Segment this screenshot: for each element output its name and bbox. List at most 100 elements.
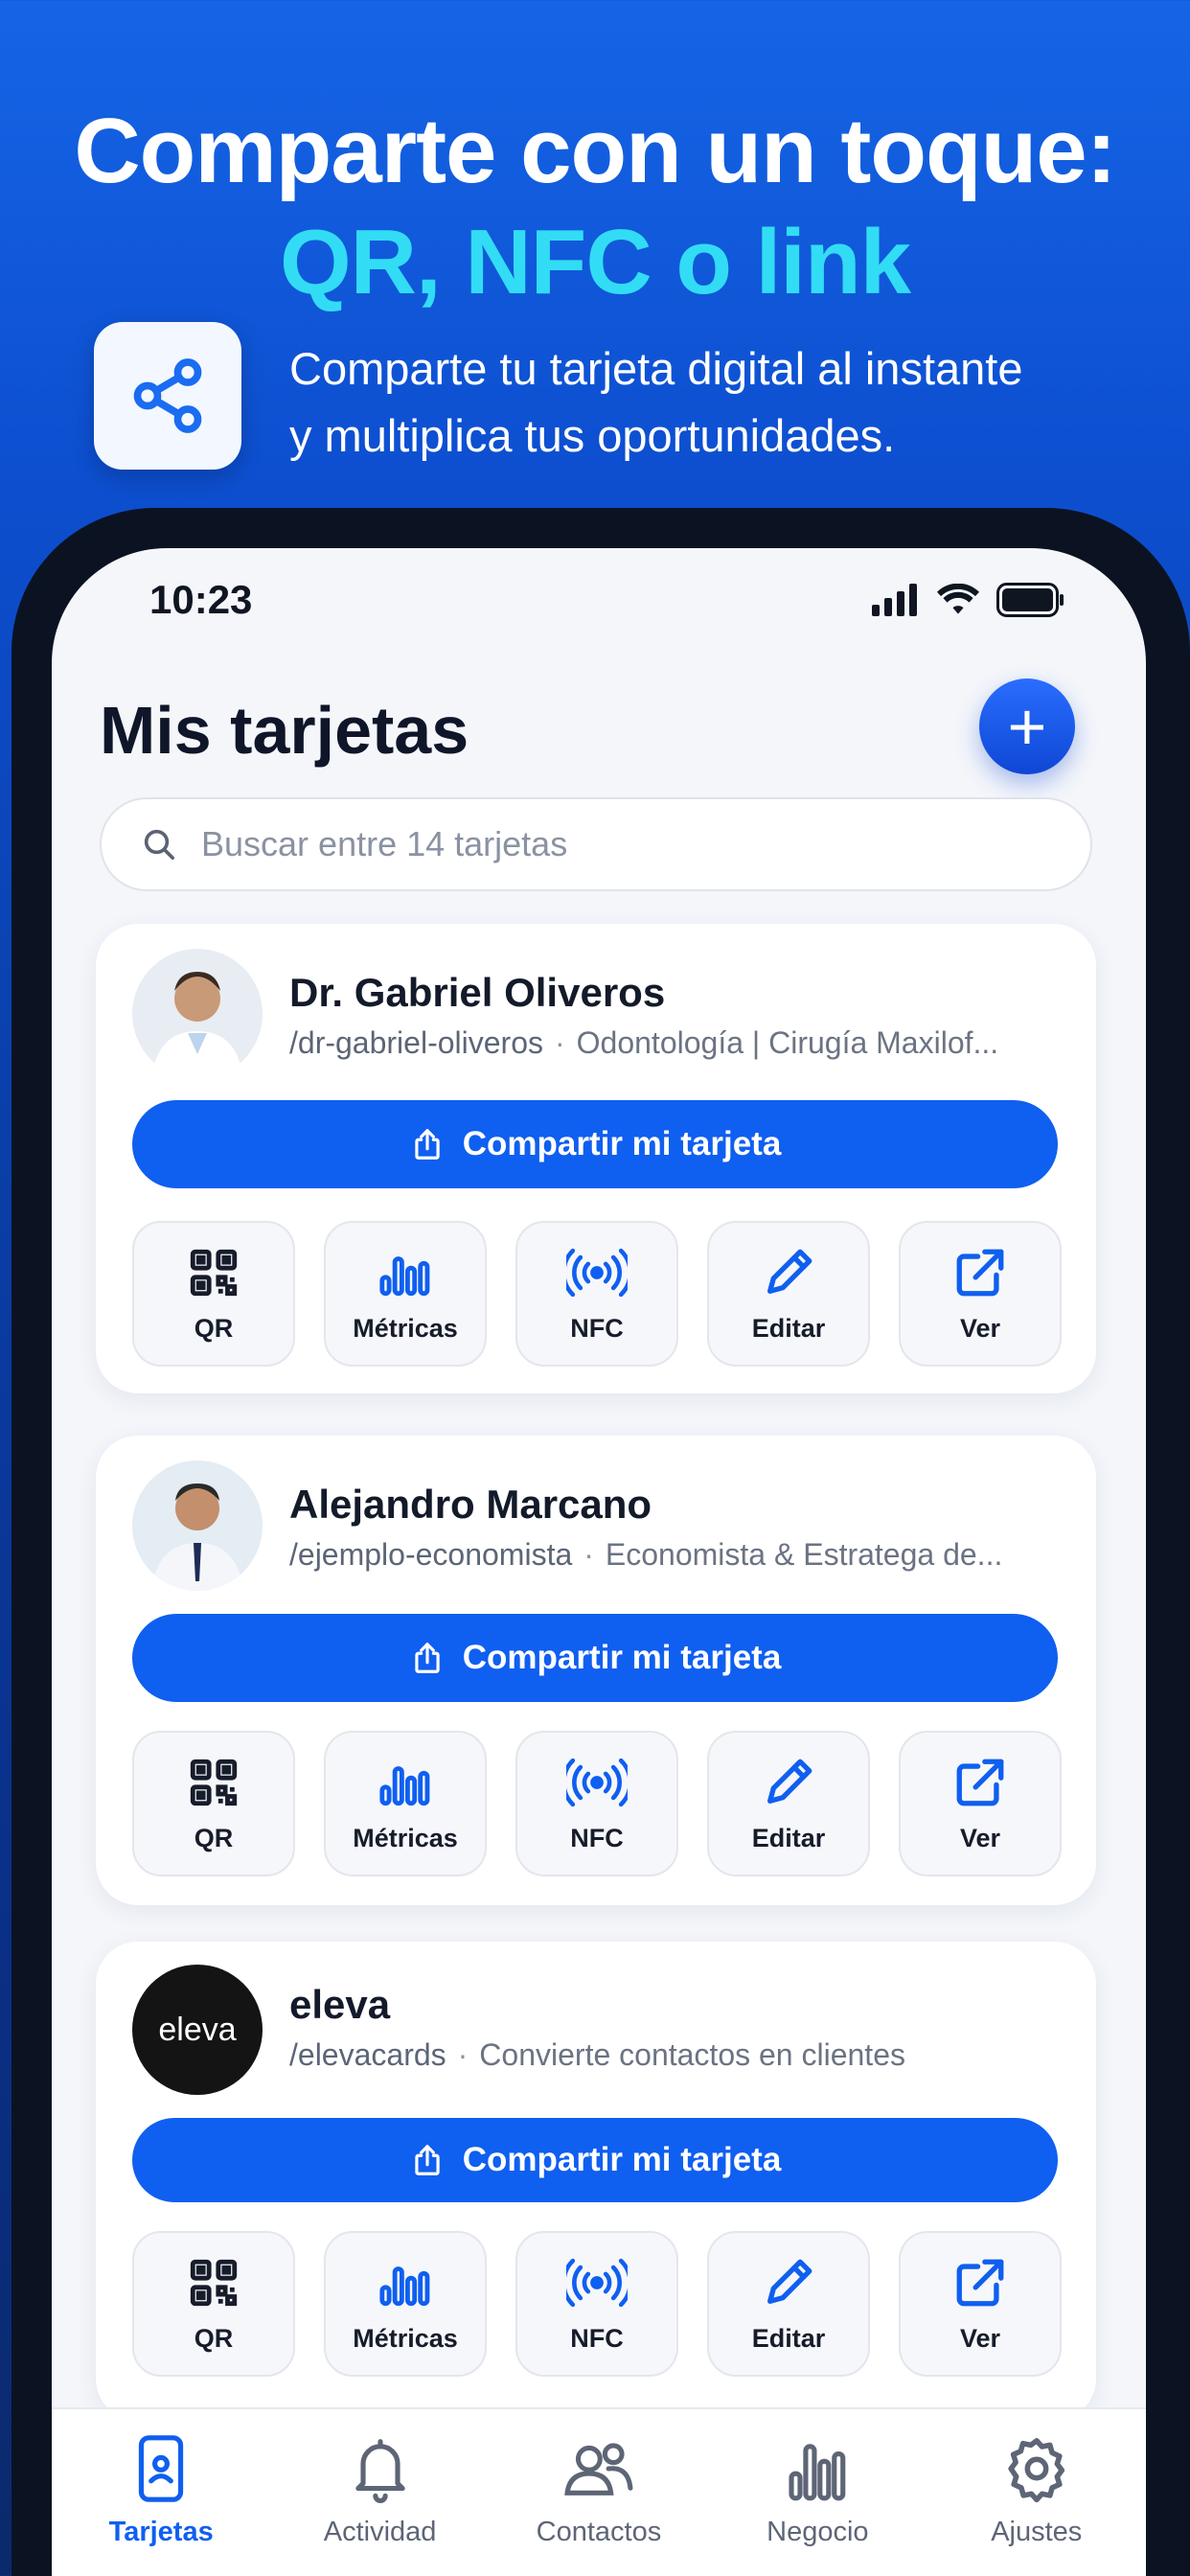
qr-label: QR: [194, 1823, 234, 1852]
view-label: Ver: [959, 1313, 1001, 1343]
card-description: Convierte contactos en clientes: [479, 2037, 905, 2072]
tab-actividad[interactable]: Actividad: [285, 2434, 476, 2576]
external-link-icon: [956, 2259, 1004, 2306]
edit-icon: [767, 2259, 812, 2304]
nfc-button[interactable]: NFC: [515, 1221, 678, 1367]
edit-button[interactable]: Editar: [707, 1731, 870, 1876]
nfc-icon: [566, 2258, 628, 2307]
upload-share-icon: [415, 1129, 440, 1160]
promo-subtitle-line-1: Comparte tu tarjeta digital al instante: [289, 343, 1023, 394]
metrics-label: Métricas: [353, 1823, 458, 1852]
metrics-label: Métricas: [353, 2323, 458, 2353]
qr-icon: [190, 1249, 238, 1296]
card-name: Dr. Gabriel Oliveros: [289, 970, 666, 1015]
share-label: Compartir mi tarjeta: [462, 1639, 782, 1676]
card-description: Economista & Estratega de...: [605, 1537, 1003, 1572]
wifi-icon: [937, 584, 979, 614]
card-name: eleva: [289, 1982, 391, 2027]
tab-label: Negocio: [767, 2517, 869, 2547]
metrics-button[interactable]: Métricas: [324, 1221, 487, 1367]
tab-label: Tarjetas: [108, 2517, 214, 2547]
qr-button[interactable]: QR: [132, 1731, 295, 1876]
eleva-logo: eleva: [132, 1965, 263, 2095]
card-separator: ·: [554, 1025, 565, 1060]
bell-icon: [355, 2439, 405, 2503]
tab-label: Actividad: [323, 2517, 437, 2547]
share-card-button[interactable]: Compartir mi tarjeta: [132, 1100, 1058, 1188]
phone-card-icon: [139, 2435, 184, 2502]
promo-headline: Comparte con un toque: QR, NFC o link: [0, 96, 1190, 318]
tab-ajustes[interactable]: Ajustes: [941, 2434, 1133, 2576]
metrics-icon: [379, 1765, 430, 1806]
share-card-button[interactable]: Compartir mi tarjeta: [132, 1614, 1058, 1702]
card-slug: /dr-gabriel-oliveros: [289, 1025, 543, 1060]
upload-share-icon: [415, 2145, 440, 2175]
edit-button[interactable]: Editar: [707, 2231, 870, 2377]
view-button[interactable]: Ver: [899, 1731, 1062, 1876]
share-label: Compartir mi tarjeta: [462, 1125, 782, 1162]
nfc-label: NFC: [570, 1313, 624, 1343]
nfc-label: NFC: [570, 2323, 624, 2353]
promo-subtitle-line-2: y multiplica tus oportunidades.: [289, 410, 896, 461]
gear-icon: [1008, 2438, 1064, 2503]
qr-button[interactable]: QR: [132, 1221, 295, 1367]
qr-button[interactable]: QR: [132, 2231, 295, 2377]
search-bar[interactable]: [100, 797, 1092, 891]
logo-text: eleva: [158, 2011, 237, 2048]
tab-tarjetas[interactable]: Tarjetas: [65, 2434, 257, 2576]
share-card-button[interactable]: Compartir mi tarjeta: [132, 2118, 1058, 2202]
nfc-icon: [566, 1758, 628, 1806]
card-item[interactable]: eleva eleva /elevacards · Convierte contac…: [96, 1942, 1096, 2421]
metrics-icon: [379, 1255, 430, 1296]
card-separator: ·: [457, 2037, 469, 2072]
card-actions: QR Métricas NFC Editar Ver: [132, 2231, 1062, 2377]
phone-screen: 10:23 Mis tarjetas + Buscar entre 14 tar…: [52, 548, 1146, 2576]
qr-label: QR: [194, 2323, 234, 2353]
card-subtitle: /dr-gabriel-oliveros · Odontología | Cirug…: [289, 1025, 1056, 1061]
external-link-icon: [956, 1249, 1004, 1296]
nfc-icon: [566, 1248, 628, 1297]
nfc-button[interactable]: NFC: [515, 2231, 678, 2377]
avatar: [132, 1460, 263, 1591]
edit-label: Editar: [751, 2323, 826, 2353]
tab-negocio[interactable]: Negocio: [721, 2434, 913, 2576]
add-card-button[interactable]: +: [979, 678, 1075, 774]
card-subtitle: /elevacards · Convierte contactos en clien…: [289, 2037, 1056, 2073]
search-input[interactable]: [201, 824, 1025, 864]
tab-label: Contactos: [536, 2517, 662, 2547]
card-separator: ·: [584, 1537, 594, 1572]
avatar: [132, 949, 263, 1079]
qr-label: QR: [194, 1313, 234, 1343]
metrics-button[interactable]: Métricas: [324, 1731, 487, 1876]
edit-icon: [767, 1759, 812, 1804]
metrics-button[interactable]: Métricas: [324, 2231, 487, 2377]
nfc-button[interactable]: NFC: [515, 1731, 678, 1876]
view-button[interactable]: Ver: [899, 1221, 1062, 1367]
battery-icon: [996, 583, 1064, 617]
nfc-label: NFC: [570, 1823, 624, 1852]
headline-line-1: Comparte con un toque:: [74, 100, 1116, 202]
card-item[interactable]: Dr. Gabriel Oliveros /dr-gabriel-olivero…: [96, 924, 1096, 1393]
bar-chart-icon: [789, 2444, 846, 2501]
external-link-icon: [956, 1759, 1004, 1806]
edit-button[interactable]: Editar: [707, 1221, 870, 1367]
card-subtitle: /ejemplo-economista · Economista & Estrate…: [289, 1537, 1056, 1573]
view-button[interactable]: Ver: [899, 2231, 1062, 2377]
card-slug: /elevacards: [289, 2037, 446, 2072]
status-icons: [872, 583, 1065, 617]
share-nodes-icon: [94, 322, 241, 470]
view-label: Ver: [959, 1823, 1001, 1852]
signal-icon: [872, 584, 917, 616]
contacts-icon: [564, 2443, 633, 2496]
card-name: Alejandro Marcano: [289, 1482, 652, 1527]
qr-icon: [190, 1759, 238, 1806]
card-actions: QR Métricas NFC Editar Ver: [132, 1221, 1062, 1367]
tab-label: Ajustes: [991, 2517, 1083, 2547]
tab-contactos[interactable]: Contactos: [503, 2434, 695, 2576]
card-slug: /ejemplo-economista: [289, 1537, 573, 1572]
upload-share-icon: [415, 1643, 440, 1673]
page-title: Mis tarjetas: [100, 693, 469, 768]
search-icon: [144, 829, 175, 860]
card-item[interactable]: Alejandro Marcano /ejemplo-economista · Ec…: [96, 1436, 1096, 1905]
card-description: Odontología | Cirugía Maxilof...: [576, 1025, 999, 1060]
